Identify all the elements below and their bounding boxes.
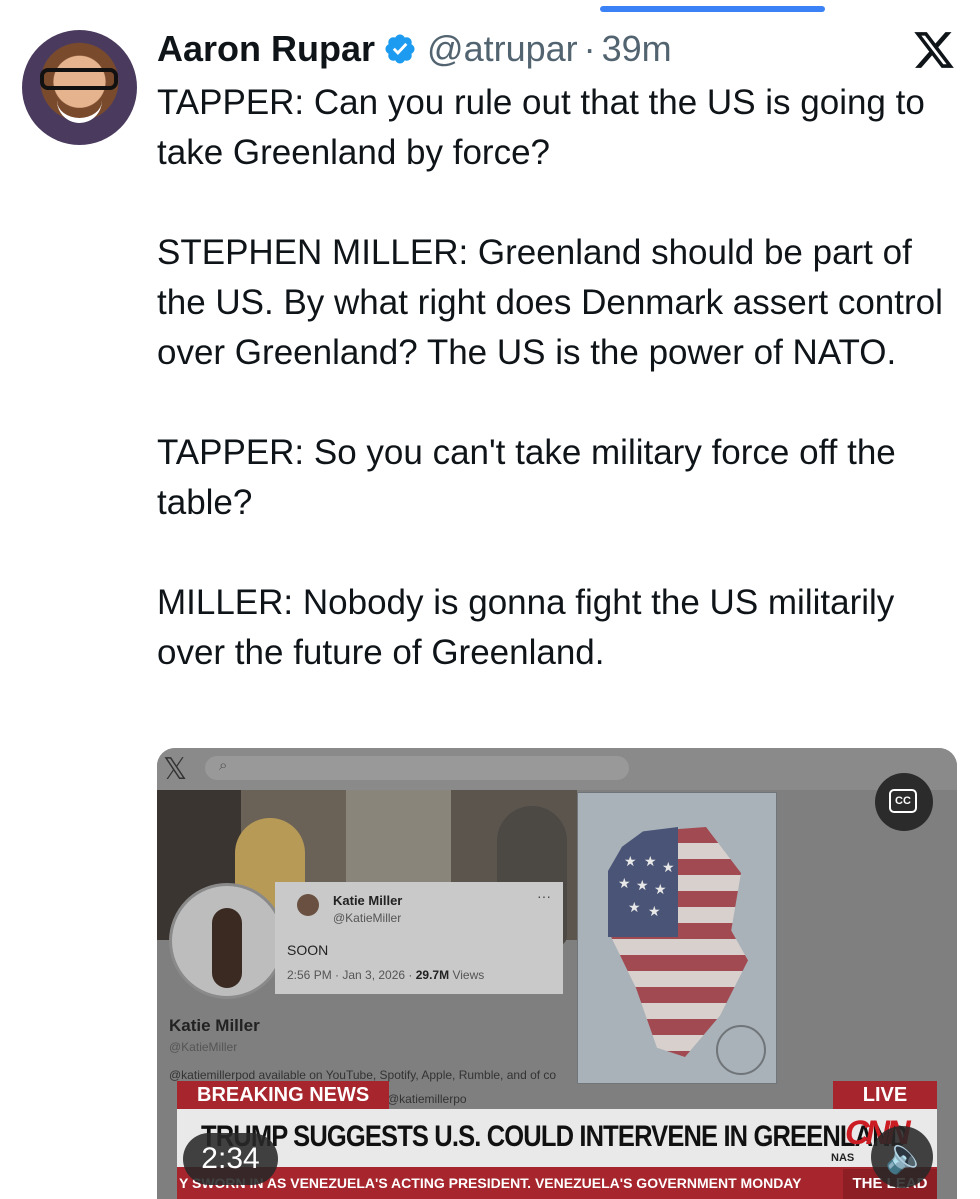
star-icon: ★ bbox=[624, 853, 637, 869]
star-icon: ★ bbox=[648, 903, 661, 919]
x-logo-close-icon[interactable] bbox=[912, 28, 956, 72]
verified-badge-icon bbox=[385, 34, 415, 64]
video-profile-picture bbox=[169, 883, 285, 999]
embedded-post-card: Katie Miller @KatieMiller ··· SOON 2:56 … bbox=[275, 882, 563, 994]
greenland-flag-map: ★ ★ ★ ★ ★ ★ ★ ★ bbox=[577, 792, 777, 1084]
embedded-post-avatar bbox=[297, 894, 319, 916]
mute-button[interactable]: 🔈 bbox=[871, 1126, 933, 1188]
star-icon: ★ bbox=[644, 853, 657, 869]
video-timer: 2:34 bbox=[183, 1133, 278, 1185]
timestamp[interactable]: 39m bbox=[602, 28, 672, 70]
tweet-text: TAPPER: Can you rule out that the US is … bbox=[157, 83, 943, 672]
market-ticker-label: NAS bbox=[831, 1152, 855, 1164]
star-icon: ★ bbox=[654, 881, 667, 897]
map-inset bbox=[716, 1025, 766, 1075]
video-x-logo-icon: 𝕏 bbox=[163, 753, 188, 786]
embedded-post-meta: 2:56 PM · Jan 3, 2026 · 29.7M Views bbox=[287, 968, 484, 982]
embedded-post-views: 29.7M bbox=[415, 968, 450, 982]
star-icon: ★ bbox=[618, 875, 631, 891]
news-ticker-text: Y SWORN IN AS VENEZUELA'S ACTING PRESIDE… bbox=[179, 1175, 802, 1191]
captions-button[interactable]: CC bbox=[875, 773, 933, 831]
embedded-post-handle: @KatieMiller bbox=[333, 911, 402, 925]
header-separator: · bbox=[583, 28, 596, 69]
video-player[interactable]: 𝕏 ⌕ Katie Miller @KatieMiller ··· SOON 2… bbox=[157, 748, 957, 1199]
author-handle[interactable]: @atrupar bbox=[427, 28, 578, 70]
profile-bio-link: @katiemillerpo bbox=[387, 1092, 467, 1106]
embedded-post-date: 2:56 PM · Jan 3, 2026 · bbox=[287, 968, 416, 982]
star-icon: ★ bbox=[628, 899, 641, 915]
search-icon: ⌕ bbox=[219, 757, 228, 774]
avatar-glasses bbox=[40, 68, 118, 90]
profile-bio: @katiemillerpod available on YouTube, Sp… bbox=[169, 1068, 557, 1082]
cc-icon: CC bbox=[889, 789, 917, 813]
star-icon: ★ bbox=[636, 877, 649, 893]
video-mock-topbar: 𝕏 ⌕ bbox=[157, 748, 957, 790]
chyron-headline: TRUMP SUGGESTS U.S. COULD INTERVENE IN G… bbox=[201, 1120, 908, 1153]
speaker-muted-icon: 🔈 bbox=[885, 1137, 928, 1175]
live-badge: LIVE bbox=[833, 1081, 937, 1109]
tweet-header: Aaron Rupar @atrupar · 39m bbox=[157, 24, 672, 74]
scroll-handle[interactable] bbox=[600, 6, 825, 12]
profile-handle: @KatieMiller bbox=[169, 1040, 238, 1054]
embedded-post-text: SOON bbox=[287, 942, 329, 958]
star-icon: ★ bbox=[662, 859, 675, 875]
embedded-post-name: Katie Miller bbox=[333, 893, 403, 908]
avatar[interactable] bbox=[22, 30, 137, 145]
embedded-post-views-label: Views bbox=[449, 968, 485, 982]
author-name[interactable]: Aaron Rupar bbox=[157, 28, 375, 70]
avatar-smile bbox=[57, 100, 102, 123]
video-mock-search: ⌕ bbox=[205, 756, 629, 780]
embedded-post-more-icon: ··· bbox=[537, 888, 551, 904]
profile-name: Katie Miller bbox=[169, 1016, 260, 1035]
breaking-news-label: BREAKING NEWS bbox=[177, 1081, 389, 1109]
